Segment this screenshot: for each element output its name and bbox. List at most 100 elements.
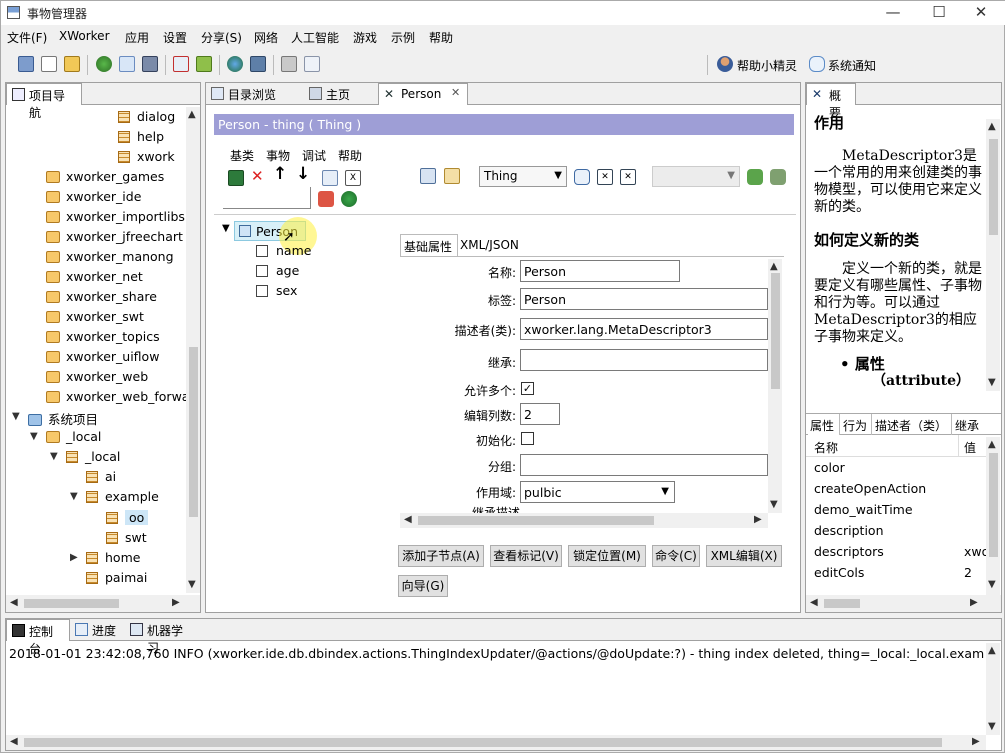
tab-inherits[interactable]: 继承 bbox=[954, 414, 984, 435]
tab-project-nav[interactable]: 项目导航 bbox=[6, 83, 82, 120]
project-tree-item[interactable]: ▼ 系统项目 bbox=[12, 409, 98, 428]
wizard-button[interactable]: 向导(G) bbox=[398, 575, 448, 597]
run-icon[interactable] bbox=[341, 191, 357, 207]
save-icon[interactable] bbox=[228, 170, 244, 186]
property-scroll-thumb[interactable] bbox=[989, 453, 998, 557]
tab-progress[interactable]: 进度 bbox=[70, 619, 125, 641]
project-tree-item[interactable]: oo bbox=[106, 510, 149, 525]
project-tree-item[interactable]: xworker_manong bbox=[46, 249, 174, 264]
project-tree-item[interactable]: ▼ _local bbox=[30, 429, 101, 444]
submenu-help[interactable]: 帮助 bbox=[338, 147, 362, 164]
tab-home[interactable]: 主页 bbox=[304, 83, 374, 105]
extends-field[interactable] bbox=[520, 349, 768, 371]
group-field[interactable] bbox=[520, 454, 768, 476]
allow-multiple-checkbox[interactable]: ✓ bbox=[521, 382, 534, 395]
submenu-base[interactable]: 基类 bbox=[230, 147, 254, 164]
tree-node-age[interactable]: age bbox=[256, 263, 299, 278]
tab-xml-json[interactable]: XML/JSON bbox=[458, 236, 522, 256]
tab-actions[interactable]: 行为 bbox=[842, 414, 872, 435]
project-tree-item[interactable]: xworker_uiflow bbox=[46, 349, 159, 364]
scroll-up-icon[interactable]: ▲ bbox=[988, 645, 996, 656]
project-tree-item[interactable]: xworker_importlibs bbox=[46, 209, 185, 224]
chevron-down-icon[interactable]: ▼ bbox=[222, 223, 230, 234]
xml-edit-button[interactable]: XML编辑(X) bbox=[706, 545, 782, 567]
expand-icon[interactable]: ▼ bbox=[30, 431, 38, 442]
console-hscroll[interactable]: ◀ ▶ bbox=[6, 735, 986, 750]
project-tree-item[interactable]: help bbox=[118, 129, 164, 144]
plugin-icon[interactable] bbox=[196, 56, 212, 72]
menu-games[interactable]: 游戏 bbox=[353, 29, 377, 46]
project-tree-item[interactable]: xworker_web_forwa bbox=[46, 389, 189, 404]
xml-icon[interactable]: X bbox=[345, 170, 361, 186]
outline-icon[interactable] bbox=[420, 168, 436, 184]
cross-alt-icon[interactable]: ✕ bbox=[620, 169, 636, 185]
menu-share[interactable]: 分享(S) bbox=[201, 29, 242, 46]
scroll-down-icon[interactable]: ▼ bbox=[770, 499, 778, 510]
summary-scroll-thumb[interactable] bbox=[989, 139, 998, 235]
project-tree-item[interactable]: xworker_topics bbox=[46, 329, 160, 344]
form-vscroll[interactable]: ▲ ▼ bbox=[768, 259, 782, 513]
tab-descriptors[interactable]: 描述者（类） bbox=[874, 414, 952, 435]
edit-cols-field[interactable]: 2 bbox=[520, 403, 560, 425]
scroll-down-icon[interactable]: ▼ bbox=[988, 579, 996, 590]
submenu-thing[interactable]: 事物 bbox=[266, 147, 290, 164]
project-tree-item[interactable]: ▼ _local bbox=[50, 449, 120, 464]
expand-icon[interactable]: ▼ bbox=[70, 491, 78, 502]
project-tree-item[interactable]: xworker_net bbox=[46, 269, 143, 284]
remove-plugin-icon[interactable] bbox=[770, 169, 786, 185]
project-tree-item[interactable]: dialog bbox=[118, 109, 175, 124]
scroll-right-icon[interactable]: ▶ bbox=[172, 597, 180, 608]
expand-icon[interactable]: ▼ bbox=[12, 411, 20, 422]
menu-xworker[interactable]: XWorker bbox=[59, 29, 110, 43]
project-tree-item[interactable]: ai bbox=[86, 469, 116, 484]
scroll-left-icon[interactable]: ◀ bbox=[404, 514, 412, 525]
property-vscroll[interactable]: ▲ ▼ bbox=[986, 437, 1000, 595]
move-up-icon[interactable]: ↑ bbox=[273, 164, 287, 184]
tag-field[interactable]: Person bbox=[520, 288, 768, 310]
tree-node-sex[interactable]: sex bbox=[256, 283, 297, 298]
project-tree-item[interactable]: xworker_share bbox=[46, 289, 157, 304]
hscroll-thumb[interactable] bbox=[24, 599, 119, 608]
close-button[interactable]: ✕ bbox=[958, 1, 1004, 25]
project-tree-item[interactable]: paimai bbox=[86, 570, 147, 585]
project-tree-item[interactable]: ▶ home bbox=[70, 550, 140, 565]
scroll-up-icon[interactable]: ▲ bbox=[188, 109, 196, 120]
tab-properties[interactable]: 属性 bbox=[808, 414, 840, 435]
tab-directory-browse[interactable]: 目录浏览 bbox=[206, 83, 304, 105]
collapse-icon[interactable]: ▶ bbox=[70, 552, 78, 563]
scroll-right-icon[interactable]: ▶ bbox=[754, 514, 762, 525]
notification-icon[interactable] bbox=[809, 56, 825, 72]
menu-settings[interactable]: 设置 bbox=[163, 29, 187, 46]
view-marks-button[interactable]: 查看标记(V) bbox=[490, 545, 562, 567]
project-tree-item[interactable]: ▼ example bbox=[70, 489, 159, 504]
scroll-up-icon[interactable]: ▲ bbox=[988, 121, 996, 132]
tab-person[interactable]: ✕ Person ✕ bbox=[378, 83, 468, 105]
project-tree-item[interactable]: xworker_jfreechart bbox=[46, 229, 183, 244]
tab-summary[interactable]: ✕ 概要 bbox=[806, 83, 856, 120]
printer-icon[interactable] bbox=[281, 56, 297, 72]
helper-label[interactable]: 帮助小精灵 bbox=[737, 57, 797, 74]
bookmark-icon[interactable] bbox=[444, 168, 460, 184]
property-hscroll-thumb[interactable] bbox=[824, 599, 860, 608]
move-down-icon[interactable]: ↓ bbox=[296, 164, 310, 184]
notify-label[interactable]: 系统通知 bbox=[828, 57, 876, 74]
maximize-button[interactable]: ☐ bbox=[916, 1, 962, 25]
project-tree-vscroll[interactable]: ▲ ▼ bbox=[186, 107, 200, 593]
helper-person-icon[interactable] bbox=[717, 56, 733, 72]
menu-examples[interactable]: 示例 bbox=[391, 29, 415, 46]
menu-network[interactable]: 网络 bbox=[254, 29, 278, 46]
computer-icon[interactable] bbox=[250, 56, 266, 72]
copy-icon[interactable] bbox=[322, 170, 338, 186]
tree-node-name[interactable]: name bbox=[256, 243, 311, 258]
scroll-left-icon[interactable]: ◀ bbox=[10, 736, 18, 747]
menu-app[interactable]: 应用 bbox=[125, 29, 149, 46]
init-checkbox[interactable] bbox=[521, 432, 534, 445]
delete-icon[interactable]: ✕ bbox=[251, 167, 264, 185]
tools-icon[interactable] bbox=[173, 56, 189, 72]
scroll-right-icon[interactable]: ▶ bbox=[972, 736, 980, 747]
search-combo[interactable] bbox=[223, 187, 311, 209]
minimize-button[interactable]: — bbox=[870, 1, 916, 25]
menu-help[interactable]: 帮助 bbox=[429, 29, 453, 46]
refresh-icon[interactable] bbox=[96, 56, 112, 72]
scroll-left-icon[interactable]: ◀ bbox=[810, 597, 818, 608]
